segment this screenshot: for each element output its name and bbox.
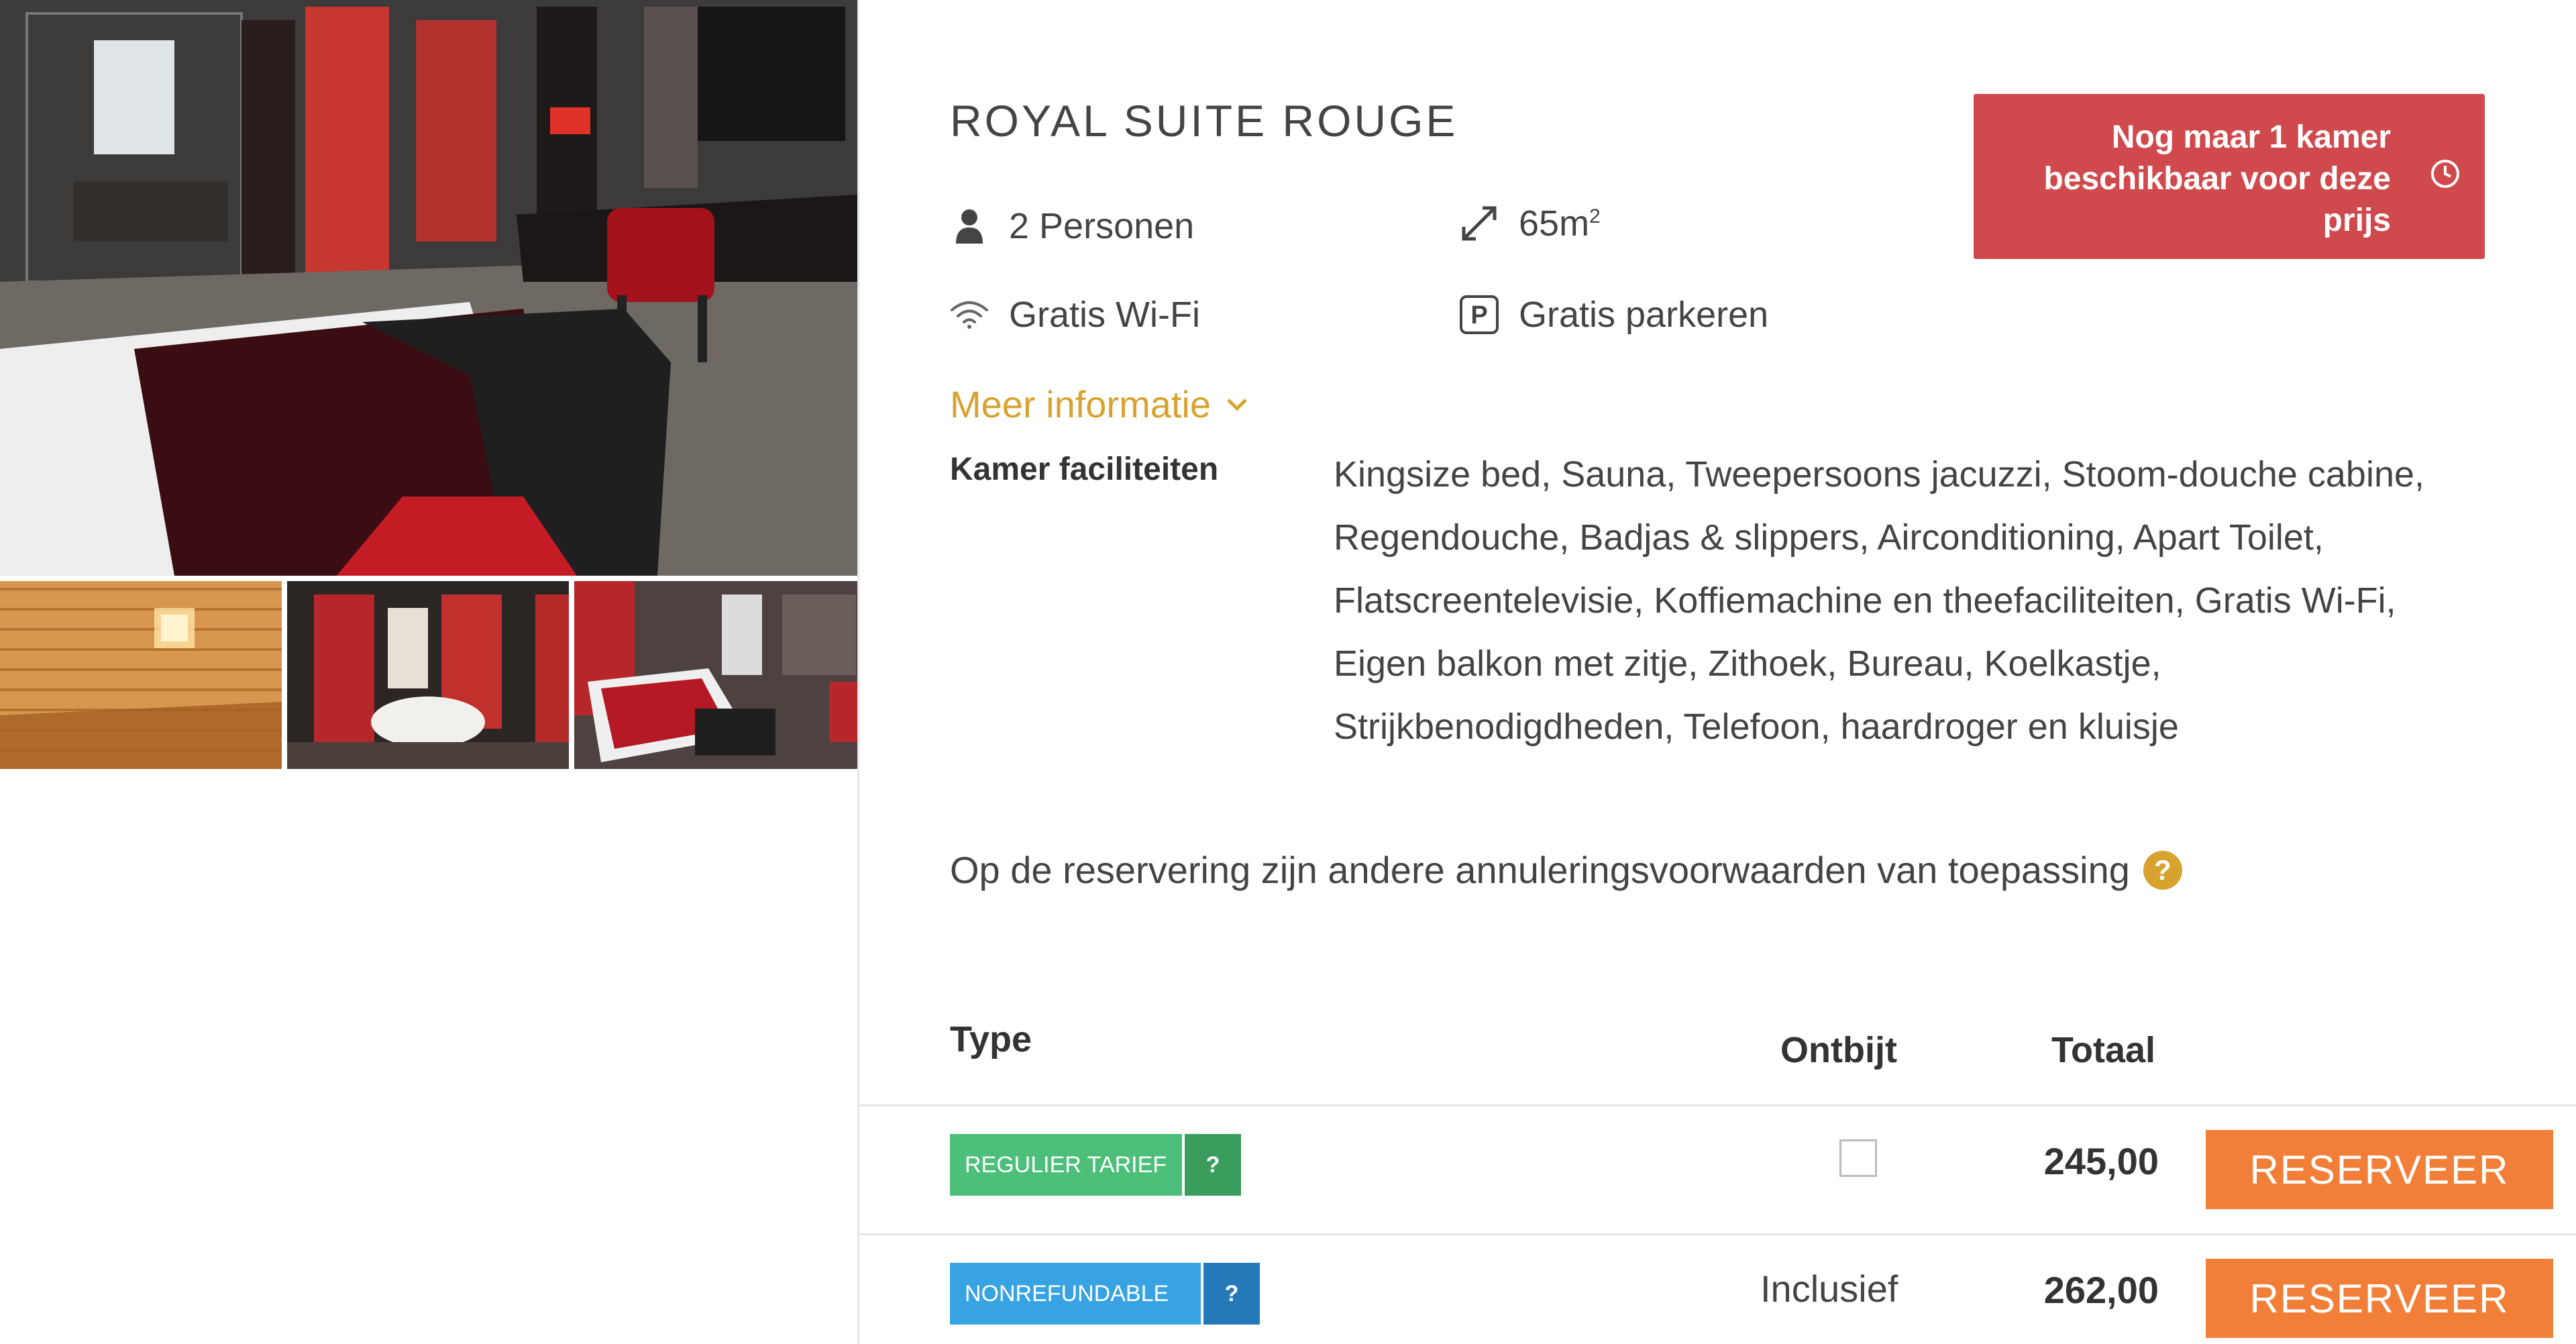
thumbnail-sauna[interactable] [0,581,282,769]
rate-label: NONREFUNDABLE [950,1263,1201,1325]
feature-size: 65m2 [1456,203,1601,244]
more-info-label: Meer informatie [950,383,1212,425]
wifi-label: Gratis Wi-Fi [1009,295,1200,335]
price-total: 245,00 [2043,1140,2159,1182]
room-title: ROYAL SUITE ROUGE [950,96,1458,146]
alert-line: Nog maar 1 kamer [2111,119,2391,155]
breakfast-checkbox[interactable] [1839,1139,1877,1177]
cancellation-notice: Op de reservering zijn andere annulering… [950,848,2182,892]
alert-line: beschikbaar voor deze [2043,161,2391,197]
facilities-line: Kingsize bed, Sauna, Tweepersoons jacuzz… [1334,454,2425,495]
person-icon [946,209,993,244]
facilities-label: Kamer faciliteiten [950,452,1219,487]
rate-badge-nonrefundable: NONREFUNDABLE ? [950,1263,1260,1325]
thumbnail-bathroom[interactable] [287,581,569,769]
expand-arrows-icon [1456,203,1503,244]
bedroom-thumbnail-illustration [574,581,857,769]
parking-label: Gratis parkeren [1519,295,1769,335]
facilities-list: Kingsize bed, Sauna, Tweepersoons jacuzz… [1334,443,2514,758]
row-divider [859,1104,2576,1106]
column-divider [857,0,859,1344]
bathroom-thumbnail-illustration [287,581,569,769]
reserve-button[interactable]: RESERVEER [2206,1130,2553,1209]
room-photo-illustration [0,0,857,576]
column-header-type: Type [950,1019,1032,1059]
price-total: 262,00 [2043,1269,2159,1311]
thumbnail-bedroom[interactable] [574,581,857,769]
svg-text:P: P [1470,301,1487,329]
row-divider [859,1233,2576,1235]
chevron-down-icon [1227,398,1247,411]
rate-badge-regular: REGULIER TARIEF ? [950,1134,1241,1196]
facilities-line: Strijkbenodigdheden, Telefoon, haardroge… [1334,707,2179,747]
main-room-photo[interactable] [0,0,857,576]
clock-icon [2431,160,2459,188]
cancellation-text: Op de reservering zijn andere annulering… [950,849,2130,891]
rate-help-button[interactable]: ? [1203,1263,1260,1325]
size-label: 65m2 [1519,203,1601,244]
column-header-breakfast: Ontbijt [1780,1030,1897,1070]
column-header-total: Totaal [2051,1030,2156,1070]
breakfast-included-text: Inclusief [1760,1268,1898,1310]
feature-persons: 2 Personen [946,205,1194,247]
alert-line: prijs [2322,203,2391,238]
feature-wifi: Gratis Wi-Fi [946,294,1200,335]
facilities-line: Flatscreentelevisie, Koffiemachine en th… [1334,580,2396,621]
persons-label: 2 Personen [1009,206,1195,246]
more-info-link[interactable]: Meer informatie [950,382,1248,426]
photo-gallery [0,0,857,769]
facilities-line: Eigen balkon met zitje, Zithoek, Bureau,… [1334,643,2161,684]
parking-icon: P [1456,295,1503,335]
facilities-line: Regendouche, Badjas & slippers, Aircondi… [1334,517,2324,558]
availability-alert: Nog maar 1 kamer beschikbaar voor deze p… [1974,94,2485,259]
wifi-icon [946,299,993,330]
rate-label: REGULIER TARIEF [950,1134,1182,1196]
reserve-button[interactable]: RESERVEER [2206,1259,2553,1338]
feature-parking: P Gratis parkeren [1456,294,1768,335]
help-icon[interactable]: ? [2143,850,2182,890]
sauna-thumbnail-illustration [0,608,282,769]
rate-help-button[interactable]: ? [1185,1134,1241,1196]
